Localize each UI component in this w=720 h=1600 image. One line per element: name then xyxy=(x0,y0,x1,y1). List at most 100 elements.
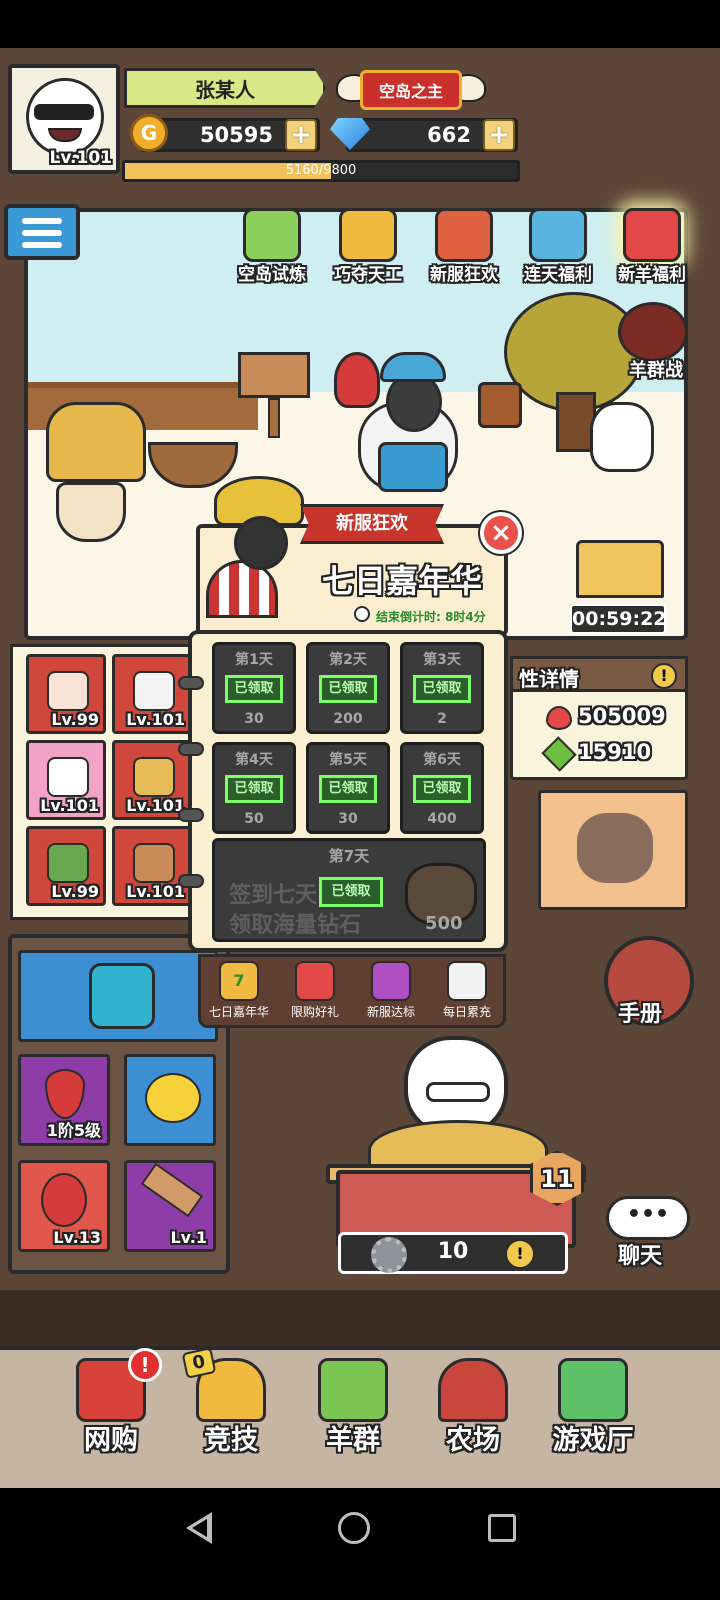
equipment-level: Lv.99 xyxy=(51,882,99,901)
equipment-slot[interactable]: Lv.101 xyxy=(26,740,106,820)
tab-new-server-goals[interactable]: 新服达标 xyxy=(353,957,429,1020)
day-card[interactable]: 第5天 已领取 30 xyxy=(306,742,390,834)
day-label: 第4天 xyxy=(235,752,273,768)
day-card[interactable]: 第6天 已领取 400 xyxy=(400,742,484,834)
home-icon[interactable] xyxy=(338,1512,370,1544)
equipment-level: Lv.99 xyxy=(51,710,99,729)
heart-icon xyxy=(546,706,572,730)
featured-item-slot[interactable] xyxy=(18,950,218,1042)
title-badge[interactable]: 空岛之主 xyxy=(336,64,486,116)
day-card[interactable]: 第4天 已领取 50 xyxy=(212,742,296,834)
close-button[interactable]: × xyxy=(480,512,522,554)
glasses-icon xyxy=(426,1082,490,1102)
claimed-badge: 已领取 xyxy=(319,877,383,907)
feature-daily-welfare[interactable]: 连天福利 xyxy=(510,208,606,285)
nav-label: 游戏厅 xyxy=(552,1425,634,1456)
nav-arcade[interactable]: 游戏厅 xyxy=(538,1358,648,1468)
equipment-slot[interactable]: Lv.99 xyxy=(26,654,106,734)
reward-amount: 2 xyxy=(437,711,447,727)
popup-ribbon: 新服狂欢 xyxy=(300,504,444,544)
equipment-slot[interactable]: Lv.101 xyxy=(112,826,192,906)
recent-apps-icon[interactable] xyxy=(488,1514,516,1542)
sunglasses-icon xyxy=(34,104,94,120)
sheep-battle-icon xyxy=(618,302,688,362)
event-tabs: 7 七日嘉年华 限购好礼 新服达标 每日累充 xyxy=(198,954,506,1028)
hood-icon xyxy=(133,671,175,711)
equipment-slot[interactable]: Lv.99 xyxy=(26,826,106,906)
claimed-badge: 已领取 xyxy=(319,675,377,703)
sign-icon xyxy=(133,843,175,883)
nav-flock[interactable]: 羊群 xyxy=(298,1358,408,1468)
day-label: 第5天 xyxy=(329,752,367,768)
promo-line2: 领取海量钻石 xyxy=(229,913,362,938)
chat-button[interactable]: ••• 聊天 xyxy=(606,1196,698,1269)
gift-box-icon xyxy=(295,961,335,1001)
inventory-item[interactable]: Lv.13 xyxy=(18,1160,110,1252)
locked-slot[interactable] xyxy=(538,790,688,910)
feature-label: 新服狂欢 xyxy=(430,265,498,285)
feature-label: 巧夺天工 xyxy=(334,265,402,285)
hp-value: 505009 xyxy=(578,704,666,728)
day-card[interactable]: 第1天 已领取 30 xyxy=(212,642,296,734)
flower-pot-icon xyxy=(478,382,522,428)
reward-amount: 30 xyxy=(244,711,264,727)
rubber-duck-icon xyxy=(145,1073,201,1123)
popup-title: 七日嘉年华 xyxy=(322,562,483,600)
inventory-item[interactable] xyxy=(124,1054,216,1146)
alert-icon[interactable]: ! xyxy=(505,1239,535,1269)
rabbit-ears-icon xyxy=(47,671,89,711)
pickle-icon xyxy=(47,843,89,883)
nav-farm[interactable]: 农场 xyxy=(418,1358,528,1468)
sheep-battle-button[interactable]: 羊群战 xyxy=(608,302,704,392)
tab-daily-recharge[interactable]: 每日累充 xyxy=(429,957,505,1020)
xp-text: 5160/9800 xyxy=(285,163,357,178)
equipment-slot[interactable]: Lv.101 xyxy=(112,654,192,734)
feature-label: 连天福利 xyxy=(524,265,592,285)
feature-crafting[interactable]: 巧夺天工 xyxy=(320,208,416,285)
reward-amount: 200 xyxy=(333,711,363,727)
add-gem-button[interactable]: + xyxy=(483,119,515,151)
claimed-badge: 已领取 xyxy=(413,675,471,703)
main-sheep[interactable] xyxy=(358,352,458,512)
claimed-badge: 已领取 xyxy=(225,675,283,703)
day7-card[interactable]: 第7天 签到七天 领取海量钻石 已领取 500 xyxy=(212,838,486,942)
droplet-icon xyxy=(45,1069,85,1119)
chat-bubble-icon: ••• xyxy=(606,1196,690,1240)
gem-amount: 662 xyxy=(427,123,471,147)
reward-amount: 400 xyxy=(427,811,457,827)
sheep-flock-icon xyxy=(318,1358,388,1422)
feature-new-server-carnival[interactable]: 新服狂欢 xyxy=(416,208,512,285)
feature-island-trial[interactable]: 空岛试炼 xyxy=(224,208,320,285)
day-card[interactable]: 第3天 已领取 2 xyxy=(400,642,484,734)
tab-label: 七日嘉年华 xyxy=(208,1005,269,1019)
player-avatar[interactable]: Lv.101 xyxy=(8,64,120,174)
reward-amount: 30 xyxy=(338,811,358,827)
calendar-icon: 7 xyxy=(219,961,259,1001)
barn-icon xyxy=(438,1358,508,1422)
tab-label: 新服达标 xyxy=(366,1005,415,1019)
info-icon[interactable]: ! xyxy=(651,663,677,689)
haystack-icon xyxy=(133,757,175,797)
inventory-item[interactable]: Lv.1 xyxy=(124,1160,216,1252)
menu-button[interactable] xyxy=(4,204,80,260)
handbook-button[interactable]: 手册 xyxy=(604,936,694,1027)
day-card[interactable]: 第2天 已领取 200 xyxy=(306,642,390,734)
day-label: 第2天 xyxy=(329,652,367,668)
inventory-item[interactable]: 1阶5级 xyxy=(18,1054,110,1146)
sheep-plush-icon xyxy=(47,757,89,797)
white-sheep-icon[interactable] xyxy=(590,402,654,472)
stats-header[interactable]: 性详情 ! xyxy=(510,656,688,692)
gold-coin-icon: G xyxy=(130,114,168,152)
player-name[interactable]: 张某人 xyxy=(124,68,326,108)
feature-new-sheep-welfare[interactable]: 新羊福利 xyxy=(604,208,700,285)
day-label: 第1天 xyxy=(235,652,273,668)
add-gold-button[interactable]: + xyxy=(285,119,317,151)
reward-amount: 50 xyxy=(244,811,264,827)
handbook-label: 手册 xyxy=(618,1002,663,1027)
tab-seven-day-carnival[interactable]: 7 七日嘉年华 xyxy=(201,957,277,1020)
treasure-chest-icon[interactable] xyxy=(576,540,664,598)
gem-bar: 662 + xyxy=(346,118,518,152)
tab-limited-gifts[interactable]: 限购好礼 xyxy=(277,957,353,1020)
chest-timer: 00:59:22 xyxy=(570,604,667,634)
bag-icon xyxy=(89,963,155,1029)
